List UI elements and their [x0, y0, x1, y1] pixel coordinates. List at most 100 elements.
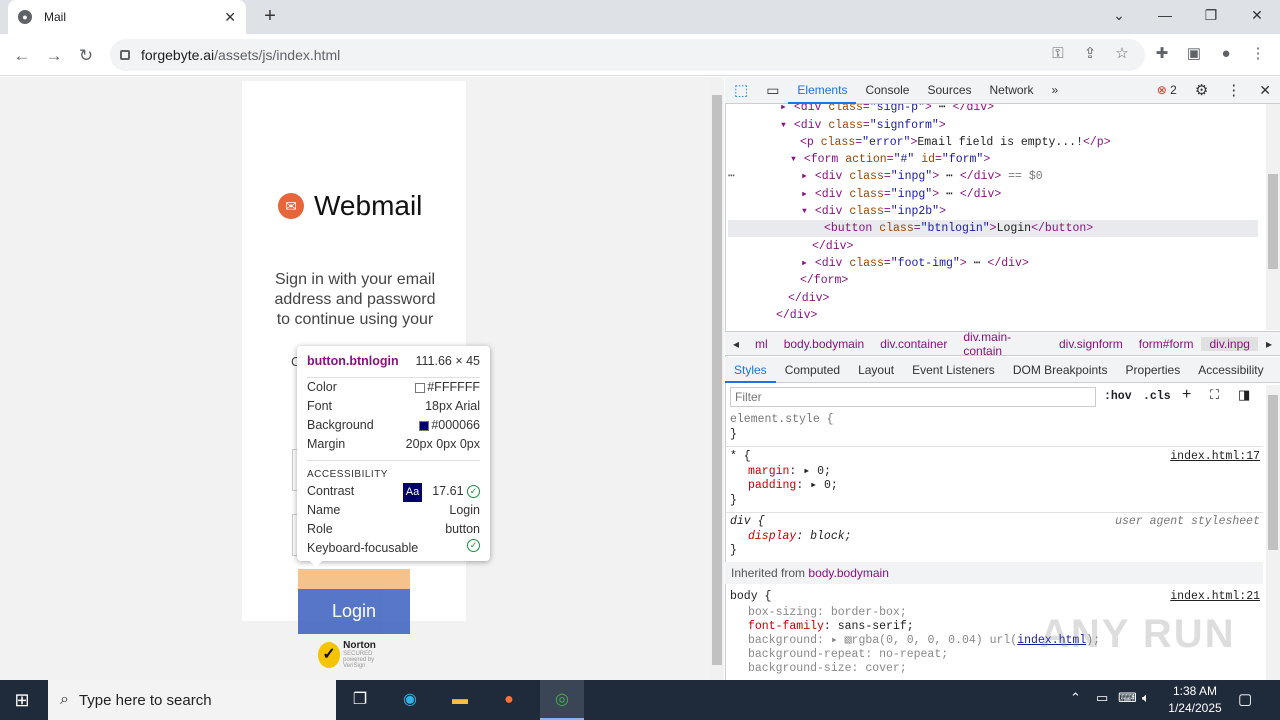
firefox-icon[interactable]: ● [495, 686, 523, 714]
css-declaration[interactable]: background-repeat: no-repeat; [730, 648, 948, 662]
menu-icon[interactable]: ⋮ [1244, 40, 1272, 68]
dom-node[interactable]: ▸ <div class="sign-p"> ⋯ </div> [725, 104, 994, 116]
tab-styles[interactable]: Styles [725, 357, 776, 383]
dom-node[interactable]: </div> [725, 290, 829, 307]
taskbar-clock[interactable]: 1:38 AM 1/24/2025 [1164, 683, 1226, 717]
dom-node[interactable]: ▾ <div class="inp2b"> [725, 203, 946, 220]
error-icon[interactable]: ⊗ 2 [1148, 77, 1186, 104]
key-icon[interactable]: ⚿ [1044, 40, 1072, 68]
volume-icon[interactable]: 🔈︎ [1142, 690, 1150, 706]
settings-gear-icon[interactable]: ⚙ [1186, 77, 1217, 104]
tray-device-icon[interactable]: ▭ [1096, 690, 1108, 706]
rule-selector[interactable]: element.style { [730, 413, 834, 427]
crumb-item[interactable]: div.container [872, 337, 955, 351]
styles-filter-input[interactable]: Filter [730, 387, 1096, 407]
tab-search-icon[interactable]: ⌄ [1096, 0, 1142, 30]
minimize-button[interactable]: — [1142, 0, 1188, 30]
page-scrollbar[interactable] [710, 77, 724, 680]
lock-icon[interactable] [120, 50, 130, 60]
dom-node[interactable]: ▸ <div class="foot-img"> ⋯ </div> [725, 255, 1029, 272]
dom-scrollbar[interactable] [1266, 104, 1280, 330]
inspect-element-icon[interactable]: ⬚ [725, 77, 757, 104]
css-declaration[interactable]: box-sizing: border-box; [730, 606, 907, 620]
restore-button[interactable]: ❐ [1188, 0, 1234, 30]
taskbar-search[interactable]: ⌕ Type here to search [48, 680, 336, 720]
ellipsis-icon[interactable]: ⋯ [728, 168, 735, 183]
windows-start-icon[interactable]: ⊞ [12, 690, 32, 710]
paint-icon[interactable]: ⛶ [1210, 387, 1219, 403]
side-panel-icon[interactable]: ▣ [1180, 40, 1208, 68]
close-tab-icon[interactable]: ✕ [224, 9, 236, 26]
rule-selector[interactable]: div { [730, 515, 765, 529]
cls-toggle[interactable]: .cls [1143, 390, 1171, 403]
reload-icon[interactable]: ↻ [72, 42, 100, 70]
tab-network[interactable]: Network [981, 77, 1043, 104]
inherited-from[interactable]: body.bodymain [808, 566, 889, 580]
norton-badge: ✓ Norton SECURED powered by VeriSign [318, 637, 390, 673]
crumb-left-icon[interactable]: ◂ [725, 337, 747, 351]
forward-icon[interactable]: → [40, 42, 68, 70]
dom-node[interactable]: ▾ <div class="signform"> [725, 117, 946, 134]
tab-sources[interactable]: Sources [918, 77, 980, 104]
crumb-item[interactable]: form#form [1131, 337, 1202, 351]
hov-toggle[interactable]: :hov [1104, 390, 1132, 403]
source-link[interactable]: index.html:17 [1170, 450, 1260, 463]
edge-icon[interactable]: ◉ [396, 686, 424, 714]
star-icon[interactable]: ☆ [1108, 40, 1136, 68]
notifications-icon[interactable]: ▢ [1238, 690, 1252, 708]
css-declaration[interactable]: font-family: sans-serif; [730, 620, 914, 634]
device-toolbar-icon[interactable]: ▭ [757, 77, 788, 104]
styles-scrollbar[interactable] [1266, 385, 1280, 680]
crumb-item[interactable]: ml [747, 337, 776, 351]
crumb-item[interactable]: div.main-contain [955, 330, 1051, 358]
rule-selector[interactable]: * { [730, 450, 751, 464]
profile-avatar[interactable]: ● [1212, 40, 1240, 68]
css-declaration[interactable]: margin: ▸ 0; [730, 465, 831, 479]
dom-node[interactable]: ▾ <form action="#" id="form"> [725, 151, 990, 168]
tray-chevron-icon[interactable]: ⌃ [1070, 690, 1081, 706]
more-tabs-icon[interactable]: » [1043, 77, 1068, 104]
tab-properties[interactable]: Properties [1117, 357, 1190, 383]
source-link[interactable]: index.html:21 [1170, 590, 1260, 603]
dom-node[interactable]: <p class="error">Email field is empty...… [725, 134, 1111, 151]
new-rule-icon[interactable]: + [1182, 386, 1191, 404]
back-icon[interactable]: ← [8, 42, 36, 70]
css-declaration[interactable]: background-size: cover; [730, 662, 907, 676]
extensions-icon[interactable]: ✚ [1148, 40, 1176, 68]
tab-accessibility[interactable]: Accessibility [1189, 357, 1272, 383]
css-declaration[interactable]: padding: ▸ 0; [730, 479, 838, 493]
address-bar[interactable]: forgebyte.ai/assets/js/index.html [110, 39, 1145, 71]
crumb-item[interactable]: body.bodymain [776, 337, 873, 351]
tab-computed[interactable]: Computed [776, 357, 849, 383]
tab-console[interactable]: Console [856, 77, 918, 104]
dom-node-selected[interactable]: ▸ <div class="inpg"> ⋯ </div> == $0 [725, 168, 1043, 185]
close-window-button[interactable]: ✕ [1234, 0, 1280, 30]
crumb-item-active[interactable]: div.inpg [1201, 336, 1258, 351]
crumb-item[interactable]: div.signform [1051, 337, 1131, 351]
sidebar-toggle-icon[interactable]: ◨ [1238, 387, 1250, 403]
task-view-icon[interactable]: ❐ [346, 686, 374, 714]
dom-node[interactable]: </div> [725, 307, 817, 324]
network-icon[interactable]: ⌨ [1118, 690, 1137, 706]
browser-tab[interactable]: ● Mail ✕ [8, 0, 246, 34]
share-icon[interactable]: ⇪ [1076, 40, 1104, 68]
login-button[interactable]: Login [298, 589, 410, 634]
dom-node[interactable]: ▸ <div class="inpg"> ⋯ </div> [725, 186, 1001, 203]
tab-elements[interactable]: Elements [788, 77, 857, 104]
new-tab-button[interactable]: + [258, 4, 282, 28]
tab-event-listeners[interactable]: Event Listeners [903, 357, 1004, 383]
devtools-menu-icon[interactable]: ⋮ [1217, 77, 1250, 104]
dom-node[interactable]: <button class="btnlogin">Login</button> [728, 220, 1258, 237]
dom-node[interactable]: </div> [725, 238, 853, 255]
clock-date: 1/24/2025 [1168, 701, 1222, 715]
rule-selector[interactable]: body { [730, 590, 771, 604]
tab-dom-breakpoints[interactable]: DOM Breakpoints [1004, 357, 1117, 383]
crumb-right-icon[interactable]: ▸ [1258, 337, 1280, 351]
tab-layout[interactable]: Layout [849, 357, 903, 383]
contrast-badge: Aa [402, 483, 423, 502]
file-explorer-icon[interactable]: ▬ [446, 686, 474, 714]
inspect-tooltip: button.btnlogin 111.66 × 45 Color #FFFFFF … [297, 346, 490, 561]
dom-node[interactable]: </form> [725, 272, 848, 289]
close-devtools-icon[interactable]: ✕ [1250, 77, 1280, 104]
chrome-icon[interactable]: ◎ [540, 680, 584, 720]
